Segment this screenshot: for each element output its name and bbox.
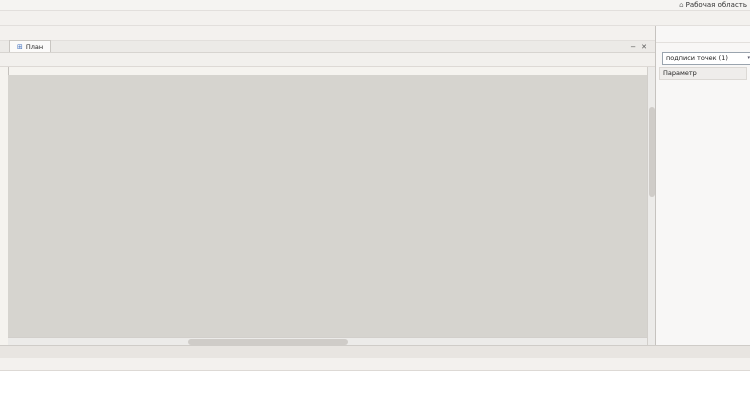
plan-tab-label: План: [26, 43, 43, 51]
data-view-tabs: [0, 345, 750, 358]
document-tab-bar: ⊞ План − ✕: [0, 41, 655, 53]
plan-window-controls: − ✕: [630, 43, 647, 51]
properties-panel-toolbar: [656, 26, 750, 43]
main-toolbar-row1: [0, 11, 750, 26]
workspace-button[interactable]: ⌂ Рабочая область: [679, 1, 750, 9]
plan-icon: ⊞: [17, 43, 23, 51]
workspace-label: Рабочая область: [686, 1, 747, 9]
vectors-table: [0, 371, 750, 419]
menu-bar: ⌂ Рабочая область: [0, 0, 750, 11]
parameter-grid-header: Параметр: [659, 67, 747, 80]
horizontal-ruler: [8, 67, 647, 75]
minimize-button[interactable]: −: [630, 43, 636, 51]
point-labels-dropdown[interactable]: подписи точек (1) ▾: [662, 52, 750, 65]
properties-panel: подписи точек (1) ▾ Параметр: [655, 26, 750, 345]
main-toolbar-row2: [0, 26, 655, 41]
plan-toolbar: [0, 53, 655, 67]
table-toolbar: [0, 358, 750, 371]
point-labels-dropdown-value: подписи точек (1): [666, 54, 728, 62]
home-icon: ⌂: [679, 1, 683, 9]
plan-map-canvas[interactable]: [8, 75, 647, 337]
credo-gnss-application: { "menu": { "items": ["Файл","Правка","В…: [0, 0, 750, 419]
tab-plan[interactable]: ⊞ План: [9, 40, 51, 52]
close-button[interactable]: ✕: [641, 43, 647, 51]
